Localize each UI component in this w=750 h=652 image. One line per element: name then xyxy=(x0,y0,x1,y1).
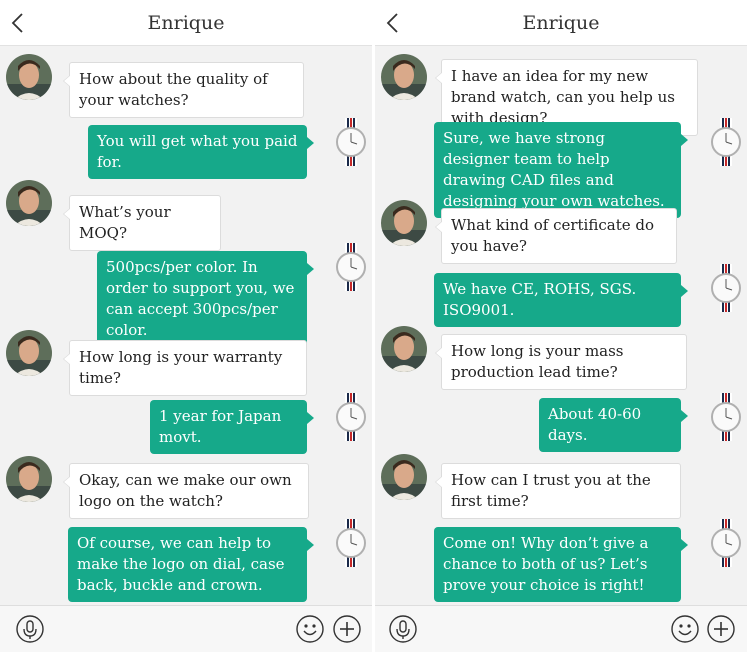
contact-photo xyxy=(381,326,427,372)
emoji-button[interactable] xyxy=(671,615,699,643)
watch-avatar-icon xyxy=(711,519,741,567)
avatar[interactable] xyxy=(381,454,427,500)
message-row: 500pcs/per color. In order to support yo… xyxy=(0,242,372,347)
emoji-button[interactable] xyxy=(296,615,324,643)
microphone-icon xyxy=(16,615,44,643)
chat-panel-right: Enrique I have an idea for my new brand … xyxy=(375,0,747,652)
message-row: How can I trust you at the first time? xyxy=(375,454,747,519)
avatar[interactable] xyxy=(709,518,743,568)
message-bubble-incoming: How long is your warranty time? xyxy=(63,340,307,396)
plus-icon xyxy=(707,615,735,643)
message-row: I have an idea for my new brand watch, c… xyxy=(375,54,747,136)
avatar[interactable] xyxy=(381,326,427,372)
chat-title: Enrique xyxy=(147,12,225,34)
add-button[interactable] xyxy=(333,615,361,643)
message-row: How long is your mass production lead ti… xyxy=(375,326,747,390)
avatar[interactable] xyxy=(334,117,368,167)
watch-avatar-icon xyxy=(336,393,366,441)
message-bubble-incoming: How about the quality of your watches? xyxy=(63,62,304,118)
watch-avatar-icon xyxy=(336,118,366,166)
message-bubble-incoming: What kind of certificate do you have? xyxy=(435,208,677,264)
message-row: How about the quality of your watches? xyxy=(0,54,372,118)
message-row: Come on! Why don’t give a chance to both… xyxy=(375,518,747,602)
voice-input-button[interactable] xyxy=(389,615,417,643)
message-row: You will get what you paid for. xyxy=(0,117,372,179)
message-row: About 40-60 days. xyxy=(375,392,747,452)
message-bubble-outgoing: Of course, we can help to make the logo … xyxy=(68,527,314,602)
avatar[interactable] xyxy=(334,392,368,442)
contact-photo xyxy=(381,54,427,100)
avatar[interactable] xyxy=(6,180,52,226)
chat-header: Enrique xyxy=(375,0,747,46)
contact-photo xyxy=(381,200,427,246)
avatar[interactable] xyxy=(6,330,52,376)
input-toolbar xyxy=(375,605,747,652)
add-button[interactable] xyxy=(707,615,735,643)
smiley-icon xyxy=(296,615,324,643)
contact-photo xyxy=(6,330,52,376)
avatar[interactable] xyxy=(709,117,743,167)
watch-avatar-icon xyxy=(336,519,366,567)
message-row: What kind of certificate do you have? xyxy=(375,200,747,264)
watch-avatar-icon xyxy=(711,264,741,312)
message-bubble-outgoing: You will get what you paid for. xyxy=(88,125,314,179)
plus-icon xyxy=(333,615,361,643)
message-row: How long is your warranty time? xyxy=(0,330,372,396)
message-bubble-incoming: Okay, can we make our own logo on the wa… xyxy=(63,463,309,519)
avatar[interactable] xyxy=(709,392,743,442)
avatar[interactable] xyxy=(709,263,743,313)
message-bubble-outgoing: About 40-60 days. xyxy=(539,398,688,452)
message-row: Sure, we have strong designer team to he… xyxy=(375,117,747,218)
voice-input-button[interactable] xyxy=(16,615,44,643)
contact-photo xyxy=(381,454,427,500)
microphone-icon xyxy=(389,615,417,643)
input-toolbar xyxy=(0,605,372,652)
chat-panel-left: Enrique How about the quality of your wa… xyxy=(0,0,372,652)
contact-photo xyxy=(6,456,52,502)
chat-title: Enrique xyxy=(522,12,600,34)
message-row: What’s your MOQ? xyxy=(0,180,372,251)
message-row: We have CE, ROHS, SGS. ISO9001. xyxy=(375,263,747,327)
avatar[interactable] xyxy=(334,518,368,568)
avatar[interactable] xyxy=(6,54,52,100)
message-row: Okay, can we make our own logo on the wa… xyxy=(0,456,372,519)
avatar[interactable] xyxy=(381,54,427,100)
avatar[interactable] xyxy=(381,200,427,246)
message-bubble-outgoing: We have CE, ROHS, SGS. ISO9001. xyxy=(434,273,688,327)
avatar[interactable] xyxy=(6,456,52,502)
watch-avatar-icon xyxy=(336,243,366,291)
message-row: Of course, we can help to make the logo … xyxy=(0,518,372,602)
watch-avatar-icon xyxy=(711,393,741,441)
smiley-icon xyxy=(671,615,699,643)
chat-header: Enrique xyxy=(0,0,372,46)
avatar[interactable] xyxy=(334,242,368,292)
watch-avatar-icon xyxy=(711,118,741,166)
message-bubble-incoming: How can I trust you at the first time? xyxy=(435,463,681,519)
message-row: 1 year for Japan movt. xyxy=(0,392,372,454)
message-bubble-outgoing: Come on! Why don’t give a chance to both… xyxy=(434,527,688,602)
contact-photo xyxy=(6,54,52,100)
message-bubble-incoming: How long is your mass production lead ti… xyxy=(435,334,687,390)
message-bubble-outgoing: 1 year for Japan movt. xyxy=(150,400,314,454)
contact-photo xyxy=(6,180,52,226)
